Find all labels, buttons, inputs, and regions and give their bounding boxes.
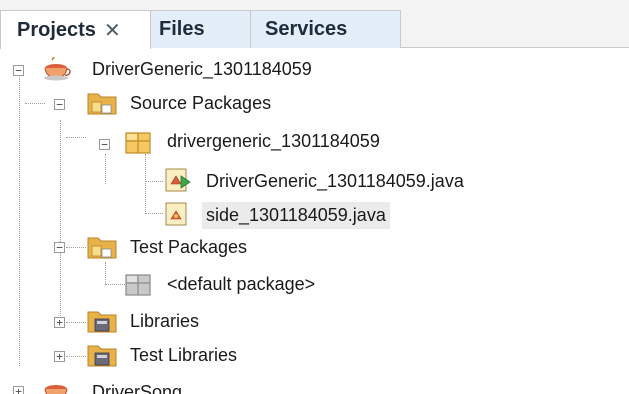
tree-guide-line <box>25 103 45 104</box>
tab-projects-label: Projects <box>17 18 96 41</box>
tree-item-package[interactable]: drivergeneric_1301184059 <box>163 124 384 158</box>
tree-guide-line <box>105 284 125 285</box>
tab-bar: Projects ✕ Files Services <box>0 0 629 49</box>
collapse-toggle[interactable]: − <box>13 65 24 76</box>
tree-item-label: Test Packages <box>130 236 248 257</box>
tree-item-label: DriverGeneric_1301184059.java <box>206 170 464 191</box>
tree-item-test-packages[interactable]: Test Packages <box>126 230 251 264</box>
projects-window: Projects ✕ Files Services − DriverGeneri… <box>0 0 629 394</box>
tree-guide-line <box>145 154 146 212</box>
tab-files-label: Files <box>159 18 205 40</box>
tree-item-java-file-selected[interactable]: side_1301184059.java <box>202 198 390 232</box>
empty-package-icon <box>125 274 151 296</box>
tree-guide-line <box>19 66 20 366</box>
java-main-class-icon <box>165 168 191 192</box>
tree-item-source-packages[interactable]: Source Packages <box>126 86 275 120</box>
tree-item-test-libraries[interactable]: Test Libraries <box>126 338 241 372</box>
tree-item-project[interactable]: DriverGeneric_1301184059 <box>88 52 316 86</box>
tree-guide-line <box>105 154 106 184</box>
tree-guide-line <box>66 137 86 138</box>
tree-item-label: Source Packages <box>130 92 272 113</box>
tree-guide-line <box>105 262 106 284</box>
tree-item-libraries[interactable]: Libraries <box>126 304 203 338</box>
tab-services-label: Services <box>265 18 348 40</box>
tree-item-label: <default package> <box>167 273 316 294</box>
coffee-cup-icon <box>44 385 68 394</box>
tree-guide-line <box>66 322 86 323</box>
tree-item-label: DriverSong <box>92 381 183 394</box>
tree-item-label: drivergeneric_1301184059 <box>167 130 380 151</box>
coffee-cup-icon <box>44 57 71 81</box>
test-libraries-folder-icon <box>87 345 117 367</box>
tab-files[interactable]: Files <box>151 10 251 48</box>
libraries-folder-icon <box>87 311 117 333</box>
tab-services[interactable]: Services <box>251 10 401 48</box>
tree-item-project[interactable]: DriverSong <box>88 375 186 394</box>
tree-item-label: Test Libraries <box>130 344 238 365</box>
collapse-toggle[interactable]: − <box>99 139 110 150</box>
expand-toggle[interactable]: + <box>13 386 24 394</box>
tree-item-java-file[interactable]: DriverGeneric_1301184059.java <box>202 164 468 198</box>
tree-guide-line <box>66 356 86 357</box>
expand-toggle[interactable]: + <box>54 317 65 328</box>
project-tree: − DriverGeneric_1301184059 − Source Pack… <box>0 48 629 394</box>
source-folder-icon <box>87 93 117 115</box>
collapse-toggle[interactable]: − <box>54 99 65 110</box>
tree-item-label: side_1301184059.java <box>202 201 390 229</box>
expand-toggle[interactable]: + <box>54 351 65 362</box>
test-folder-icon <box>87 237 117 259</box>
tree-item-label: Libraries <box>130 310 200 331</box>
collapse-toggle[interactable]: − <box>54 242 65 253</box>
close-icon[interactable]: ✕ <box>104 18 121 43</box>
package-icon <box>125 132 151 154</box>
tab-projects[interactable]: Projects ✕ <box>0 10 151 49</box>
tree-guide-line <box>60 120 61 328</box>
tree-item-label: DriverGeneric_1301184059 <box>92 58 312 79</box>
tree-guide-line <box>145 181 163 182</box>
java-class-icon <box>165 202 187 226</box>
tree-item-default-package[interactable]: <default package> <box>163 267 319 301</box>
tree-guide-line <box>145 213 163 214</box>
tree-guide-line <box>66 247 86 248</box>
